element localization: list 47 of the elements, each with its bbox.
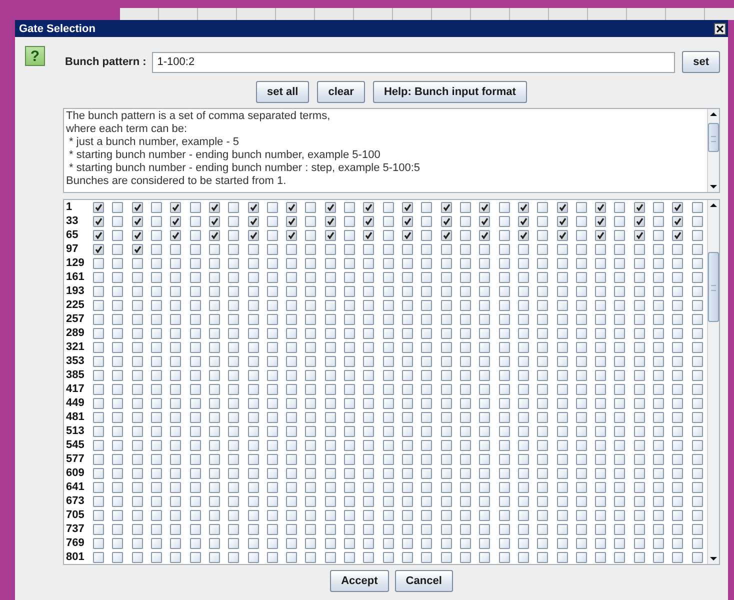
row-label: 577 bbox=[66, 452, 86, 466]
bunch-pattern-field[interactable]: 1-100:2 bbox=[152, 52, 676, 72]
row-label: 385 bbox=[66, 368, 86, 382]
row-label: 609 bbox=[66, 466, 86, 480]
row-label: 161 bbox=[66, 270, 86, 284]
row-label: 481 bbox=[66, 410, 86, 424]
row-label: 1 bbox=[66, 200, 74, 214]
row-label: 65 bbox=[66, 228, 80, 242]
cancel-button[interactable]: Cancel bbox=[394, 570, 453, 592]
help-text-line: * just a bunch number, example - 5 bbox=[68, 136, 240, 149]
scrollbar[interactable] bbox=[707, 200, 719, 564]
set-all-button[interactable]: set all bbox=[256, 81, 310, 103]
row-label: 257 bbox=[66, 312, 86, 326]
row-label: 353 bbox=[66, 354, 86, 368]
scrollbar[interactable] bbox=[707, 109, 719, 192]
row-label: 33 bbox=[66, 214, 80, 228]
help-text-line: * starting bunch number - ending bunch number : step, example 5-100:5 bbox=[68, 162, 422, 175]
help-text-line: Bunches are considered to be started from 1. bbox=[66, 175, 288, 188]
row-label: 97 bbox=[66, 242, 80, 256]
close-icon[interactable] bbox=[714, 22, 726, 34]
help-text-line: where each term can be: bbox=[66, 123, 188, 136]
help-text-line: The bunch pattern is a set of comma separated terms, bbox=[66, 110, 332, 123]
row-label: 801 bbox=[66, 550, 86, 564]
accept-button[interactable]: Accept bbox=[330, 570, 389, 592]
row-label: 289 bbox=[66, 326, 86, 340]
scrollbar-thumb[interactable] bbox=[708, 252, 719, 322]
row-label: 705 bbox=[66, 508, 86, 522]
row-label: 321 bbox=[66, 340, 86, 354]
clear-button[interactable]: clear bbox=[317, 81, 365, 103]
scrollbar-thumb[interactable] bbox=[708, 123, 719, 152]
row-label: 513 bbox=[66, 424, 86, 438]
row-label: 449 bbox=[66, 396, 86, 410]
row-label: 673 bbox=[66, 494, 86, 508]
row-label: 193 bbox=[66, 284, 86, 298]
row-label: 641 bbox=[66, 480, 86, 494]
row-label: 545 bbox=[66, 438, 86, 452]
row-label: 769 bbox=[66, 536, 86, 550]
row-label: 225 bbox=[66, 298, 86, 312]
window-title: Gate Selection bbox=[19, 22, 96, 34]
row-label: 737 bbox=[66, 522, 86, 536]
set-button[interactable]: set bbox=[682, 51, 720, 73]
row-label: 417 bbox=[66, 382, 86, 396]
help-icon: ? bbox=[25, 46, 45, 66]
field-label: Bunch pattern : bbox=[65, 56, 148, 68]
row-label: 129 bbox=[66, 256, 86, 270]
help-button[interactable]: Help: Bunch input format bbox=[372, 81, 527, 103]
help-text-line: * starting bunch number - ending bunch number, example 5-100 bbox=[68, 149, 382, 162]
